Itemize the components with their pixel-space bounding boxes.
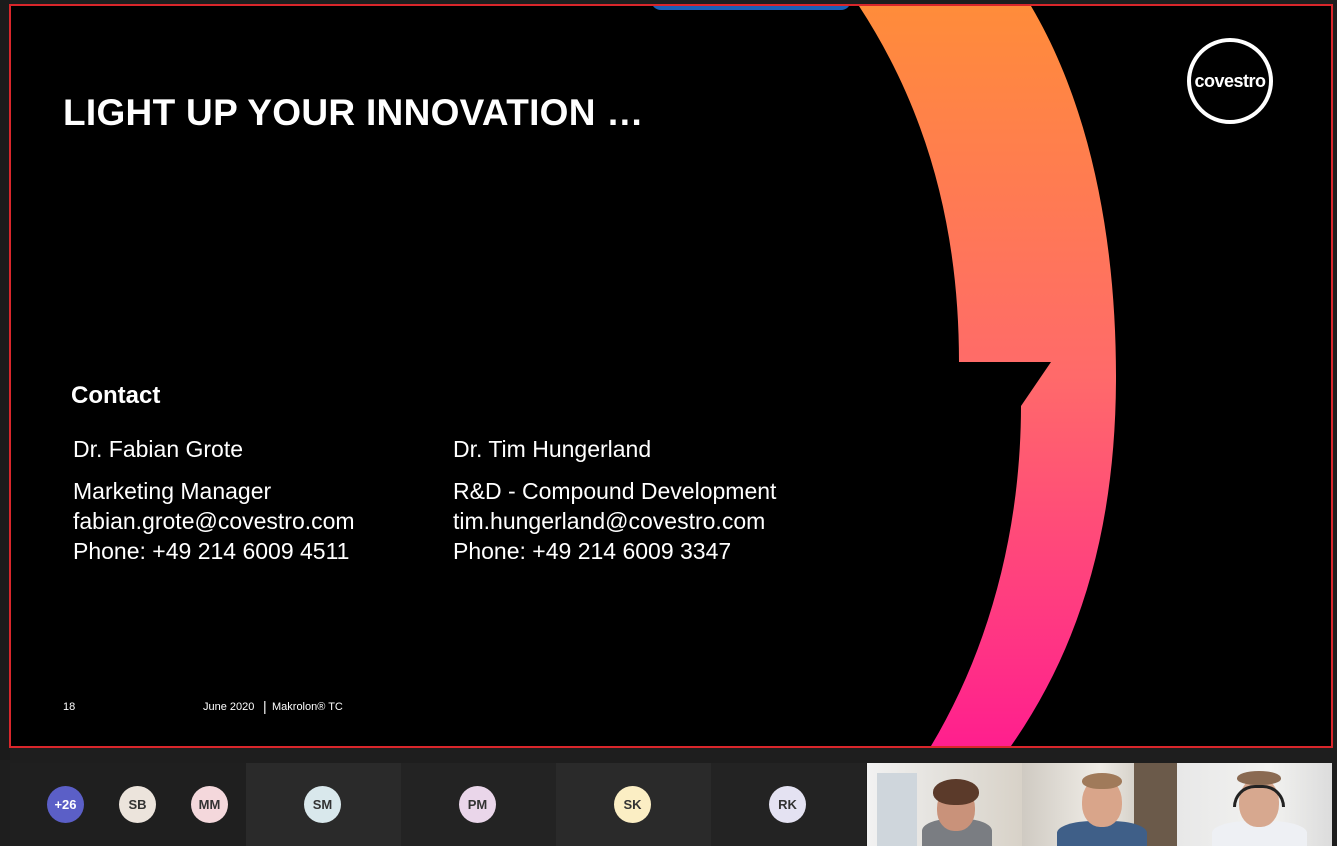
screen-share-frame: LIGHT UP YOUR INNOVATION … covestro Cont… <box>9 4 1333 748</box>
covestro-logo: covestro <box>1187 38 1273 124</box>
participant-avatar-pm: PM <box>459 786 496 823</box>
contact-name: Dr. Tim Hungerland <box>453 436 652 462</box>
contact-role: R&D - Compound Development <box>453 478 777 504</box>
participant-tile-rk[interactable]: RK <box>711 763 866 846</box>
logo-text: covestro <box>1194 70 1266 91</box>
footer-document-name: Makrolon® TC <box>272 701 343 713</box>
footer-separator: | <box>263 698 267 714</box>
slide-title: LIGHT UP YOUR INNOVATION … <box>63 92 644 133</box>
contact-card: Dr. Fabian Grote Marketing Manager fabia… <box>73 434 355 566</box>
participant-tile-sk[interactable]: SK <box>556 763 711 846</box>
participant-avatar-mm[interactable]: MM <box>191 786 228 823</box>
contact-email: tim.hungerland@covestro.com <box>453 508 766 534</box>
footer-date: June 2020 <box>203 701 255 713</box>
participant-avatar-rk: RK <box>769 786 806 823</box>
participant-avatar-sm: SM <box>304 786 341 823</box>
participant-video-1[interactable] <box>867 763 1022 846</box>
presentation-slide: LIGHT UP YOUR INNOVATION … covestro Cont… <box>11 6 1331 746</box>
contact-heading: Contact <box>71 382 161 409</box>
participant-avatar-sb[interactable]: SB <box>119 786 156 823</box>
participant-video-2[interactable] <box>1022 763 1177 846</box>
participant-overflow-group[interactable]: +26 SB MM <box>10 763 246 846</box>
contact-phone: Phone: +49 214 6009 4511 <box>73 538 350 564</box>
participant-gallery: +26 SB MM SM PM SK RK <box>10 763 1337 846</box>
participant-avatar-sk: SK <box>614 786 651 823</box>
contact-email: fabian.grote@covestro.com <box>73 508 355 534</box>
slide-page-number: 18 <box>63 701 76 713</box>
participant-video-3[interactable] <box>1177 763 1332 846</box>
contact-role: Marketing Manager <box>73 478 272 504</box>
participant-tile-sm[interactable]: SM <box>246 763 401 846</box>
participant-tile-pm[interactable]: PM <box>401 763 556 846</box>
contact-phone: Phone: +49 214 6009 3347 <box>453 538 732 564</box>
contact-name: Dr. Fabian Grote <box>73 436 244 462</box>
contact-card: Dr. Tim Hungerland R&D - Compound Develo… <box>453 434 776 566</box>
overflow-count-badge[interactable]: +26 <box>47 786 84 823</box>
